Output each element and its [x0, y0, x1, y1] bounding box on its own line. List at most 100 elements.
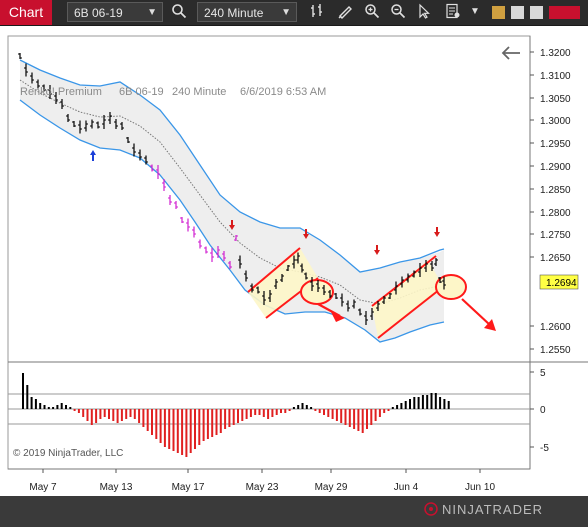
osc-bar: [198, 409, 201, 445]
price-tick-label: 1.2600: [540, 322, 571, 333]
osc-bar: [43, 405, 46, 409]
minimize-button[interactable]: [492, 6, 505, 19]
zoom-out-icon[interactable]: [389, 3, 407, 21]
price-tick-label: 1.2800: [540, 208, 571, 219]
osc-bar: [413, 397, 416, 409]
osc-bar: [34, 399, 37, 409]
osc-bar: [361, 409, 364, 433]
close-button[interactable]: [549, 6, 580, 19]
osc-bar: [142, 409, 145, 427]
osc-bar: [439, 397, 442, 409]
osc-bar: [421, 395, 424, 409]
interval-value: 240 Minute: [204, 6, 264, 20]
price-tick-label: 1.2950: [540, 139, 571, 150]
instrument-selector[interactable]: 6B 06-19 ▼: [67, 2, 163, 22]
price-tick-label: 1.3000: [540, 116, 571, 127]
osc-bar: [262, 409, 265, 417]
osc-bar: [129, 409, 132, 417]
osc-bar: [327, 409, 330, 417]
osc-bar: [211, 409, 214, 437]
osc-bar: [185, 409, 188, 457]
osc-bar: [163, 409, 166, 447]
bar-style-icon[interactable]: [308, 3, 326, 21]
restore-button[interactable]: [530, 6, 543, 19]
osc-tick-label: 5: [540, 368, 546, 379]
osc-bar: [340, 409, 343, 423]
osc-bar: [426, 395, 429, 409]
osc-bar: [292, 407, 295, 409]
osc-bar: [77, 409, 80, 413]
osc-bar: [430, 393, 433, 409]
osc-bar: [138, 409, 141, 423]
date-tick-label: May 17: [172, 482, 205, 493]
osc-bar: [357, 409, 360, 431]
osc-bar: [370, 409, 373, 425]
osc-bar: [318, 409, 321, 413]
osc-bar: [310, 407, 313, 409]
more-menu-chevron-icon[interactable]: ▼: [468, 3, 482, 21]
chevron-down-icon: ▼: [147, 7, 157, 18]
chart-toolbar: Chart 6B 06-19 ▼ 240 Minute ▼ ▼: [0, 0, 588, 26]
chart-instrument-label: 6B 06-19: [119, 86, 164, 98]
osc-bar: [297, 405, 300, 409]
osc-bar: [391, 407, 394, 409]
osc-bar: [155, 409, 158, 439]
osc-bar: [30, 397, 33, 409]
date-tick-label: Jun 10: [465, 482, 495, 493]
window-title: Chart: [0, 0, 52, 25]
osc-bar: [108, 409, 110, 419]
osc-bar: [335, 409, 338, 421]
date-tick-label: Jun 4: [394, 482, 419, 493]
osc-bar: [366, 409, 368, 429]
osc-bar: [417, 397, 420, 409]
osc-bar: [103, 409, 106, 417]
price-chart[interactable]: Renko! Premium 6B 06-19 240 Minute 6/6/2…: [0, 26, 588, 496]
maximize-button[interactable]: [511, 6, 524, 19]
osc-bar: [288, 409, 291, 411]
osc-bar: [396, 405, 399, 409]
osc-bar: [120, 409, 123, 421]
oscillator-axis[interactable]: 5 0 -5: [530, 368, 549, 454]
osc-bar: [176, 409, 179, 453]
pointer-icon[interactable]: [416, 3, 434, 21]
osc-bar: [194, 409, 196, 449]
date-axis[interactable]: May 7 May 13 May 17 May 23 May 29 Jun 4 Jun 10: [29, 469, 495, 493]
osc-tick-label: 0: [540, 405, 546, 416]
osc-bar: [378, 409, 381, 417]
osc-bar: [404, 401, 407, 409]
osc-bar: [202, 409, 205, 441]
svg-text:NINJATRADER: NINJATRADER: [442, 502, 543, 517]
osc-bar: [301, 403, 304, 409]
osc-bar: [241, 409, 244, 421]
osc-bar: [434, 393, 437, 409]
chevron-down-icon: ▼: [281, 7, 291, 18]
data-series-icon[interactable]: [444, 3, 462, 21]
osc-bar: [344, 409, 347, 425]
osc-bar: [95, 409, 98, 423]
osc-bar: [206, 409, 209, 439]
osc-bar: [56, 405, 59, 409]
price-axis[interactable]: 1.3200 1.3100 1.3050 1.3000 1.2950 1.2900 1.28…: [530, 48, 571, 356]
interval-selector[interactable]: 240 Minute ▼: [197, 2, 297, 22]
osc-bar: [189, 409, 192, 453]
osc-bar: [400, 403, 403, 409]
osc-bar: [60, 403, 63, 409]
osc-bar: [348, 409, 351, 427]
drawing-tool-icon[interactable]: [336, 3, 354, 21]
osc-bar: [254, 409, 257, 415]
osc-bar: [116, 409, 119, 423]
price-tick-label: 1.2550: [540, 345, 571, 356]
chart-panel[interactable]: Renko! Premium 6B 06-19 240 Minute 6/6/2…: [0, 26, 588, 496]
osc-bar: [39, 403, 42, 409]
chart-interval-label: 240 Minute: [172, 86, 226, 98]
osc-bar: [228, 409, 231, 427]
osc-bar: [314, 409, 317, 411]
zoom-in-icon[interactable]: [363, 3, 381, 21]
osc-bar: [69, 407, 72, 409]
chart-info-label: Renko! Premium: [20, 86, 102, 98]
osc-bar: [26, 385, 29, 409]
osc-bar: [181, 409, 184, 455]
price-tick-label: 1.2850: [540, 185, 571, 196]
search-icon[interactable]: [170, 3, 188, 21]
price-tick-label: 1.2900: [540, 162, 571, 173]
